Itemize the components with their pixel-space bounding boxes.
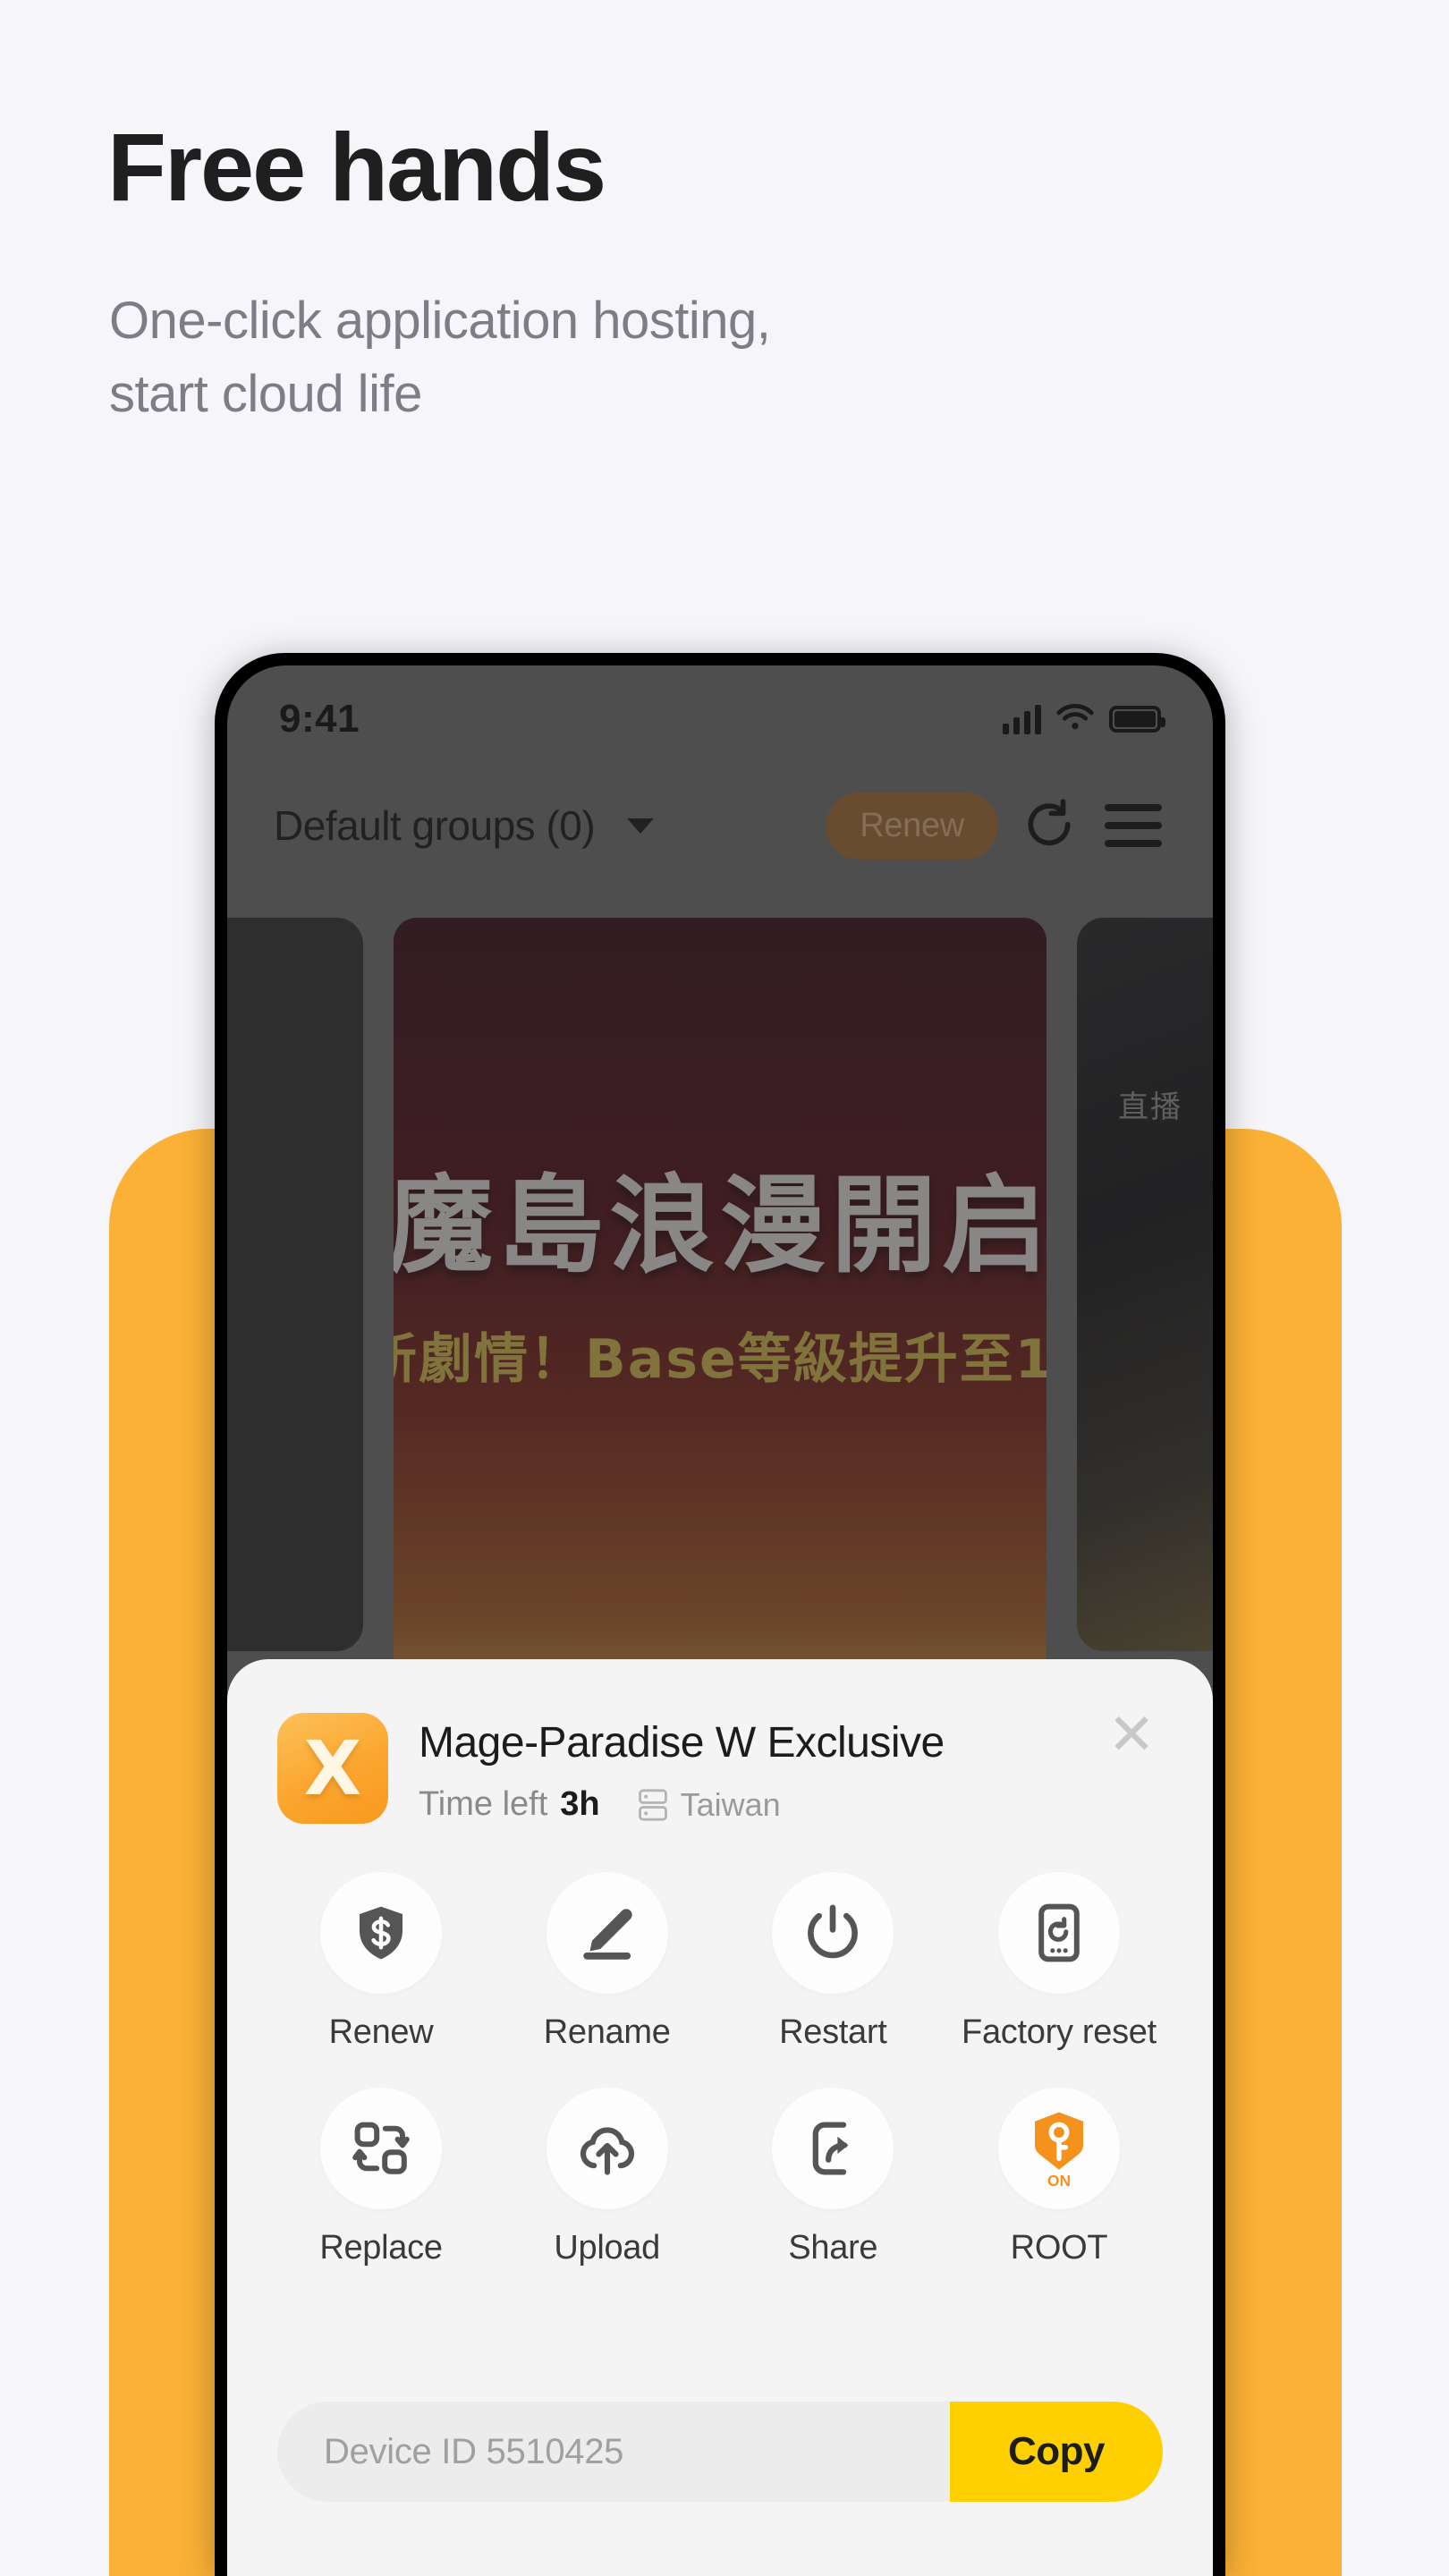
cloud-upload-icon (546, 2088, 668, 2209)
status-bar: 9:41 (227, 665, 1213, 773)
device-action-sheet: X Mage-Paradise W Exclusive Time left 3h… (227, 1659, 1213, 2576)
action-label: Restart (779, 2013, 887, 2051)
action-label: Renew (328, 2013, 434, 2051)
action-factory-reset[interactable]: Factory reset (955, 1872, 1163, 2052)
banner-title: 魔島浪漫開启 (394, 1164, 1046, 1287)
app-icon: X (277, 1713, 388, 1824)
phone-reset-icon (997, 1872, 1120, 1994)
action-row-1: Renew Rename Restart Factory reset (277, 1872, 1163, 2052)
live-tag-label: 直播 (1118, 1089, 1182, 1125)
promo-page: Free hands One-click application hosting… (0, 0, 1449, 2576)
carousel-card-left[interactable] (227, 918, 363, 1651)
app-meta: Mage-Paradise W Exclusive Time left 3h T… (419, 1713, 945, 1824)
wifi-icon (1056, 704, 1094, 730)
root-shield-key-icon: ON (997, 2088, 1120, 2209)
hamburger-menu-icon[interactable] (1100, 792, 1166, 859)
renew-pill-button[interactable]: Renew (826, 792, 998, 860)
time-left-value: 3h (560, 1785, 600, 1823)
battery-full-icon (1109, 706, 1165, 733)
carousel-card-right[interactable]: 直播 (1077, 918, 1213, 1651)
shield-dollar-icon (320, 1872, 442, 1994)
action-label: Replace (319, 2229, 443, 2267)
device-id-row: Device ID 5510425 Copy (277, 2402, 1163, 2502)
power-icon (772, 1872, 894, 1994)
server-icon (638, 1788, 667, 1821)
action-label: Upload (554, 2229, 660, 2267)
svg-text:ON: ON (1047, 2172, 1071, 2189)
sheet-header: X Mage-Paradise W Exclusive Time left 3h… (277, 1659, 1163, 1824)
carousel-card-main[interactable]: 魔島浪漫開启 地圖新劇情！Base等級提升至110級 (394, 918, 1046, 1705)
subtitle-line-1: One-click application hosting, (109, 292, 771, 350)
page-subtitle: One-click application hosting, start clo… (109, 284, 771, 432)
status-time: 9:41 (279, 697, 360, 741)
action-replace[interactable]: Replace (277, 2088, 485, 2267)
time-left-label: Time left (419, 1785, 548, 1823)
status-icon-group (1003, 704, 1165, 734)
action-renew[interactable]: Renew (277, 1872, 485, 2052)
device-id-input[interactable]: Device ID 5510425 (277, 2402, 950, 2502)
copy-button[interactable]: Copy (950, 2402, 1163, 2502)
share-icon (772, 2088, 894, 2209)
app-subinfo: Time left 3h Taiwan (419, 1785, 945, 1824)
action-label: ROOT (1010, 2229, 1108, 2267)
chevron-down-icon[interactable] (627, 818, 655, 834)
action-label: Share (788, 2229, 878, 2267)
action-label: Rename (543, 2013, 671, 2051)
pencil-icon (546, 1872, 668, 1994)
action-label: Factory reset (962, 2013, 1157, 2051)
action-rename[interactable]: Rename (504, 1872, 711, 2052)
group-selector-label[interactable]: Default groups (0) (274, 801, 596, 850)
action-share[interactable]: Share (729, 2088, 936, 2267)
action-grid: Renew Rename Restart Factory reset Repla… (277, 1872, 1163, 2267)
action-row-2: Replace Upload Share ON ROOT (277, 2088, 1163, 2267)
action-upload[interactable]: Upload (504, 2088, 711, 2267)
action-restart[interactable]: Restart (729, 1872, 936, 2052)
action-root[interactable]: ON ROOT (955, 2088, 1163, 2267)
close-icon[interactable]: ✕ (1102, 1706, 1161, 1765)
subtitle-line-2: start cloud life (109, 365, 422, 424)
region-label: Taiwan (680, 1785, 781, 1823)
banner-subtitle: 地圖新劇情！Base等級提升至110級 (394, 1328, 1046, 1391)
app-name: Mage-Paradise W Exclusive (419, 1719, 945, 1767)
page-title: Free hands (107, 113, 606, 221)
refresh-icon[interactable] (1016, 792, 1082, 859)
app-toolbar: Default groups (0) Renew (227, 773, 1213, 878)
signal-bars-icon (1003, 704, 1041, 734)
swap-icon (320, 2088, 442, 2209)
